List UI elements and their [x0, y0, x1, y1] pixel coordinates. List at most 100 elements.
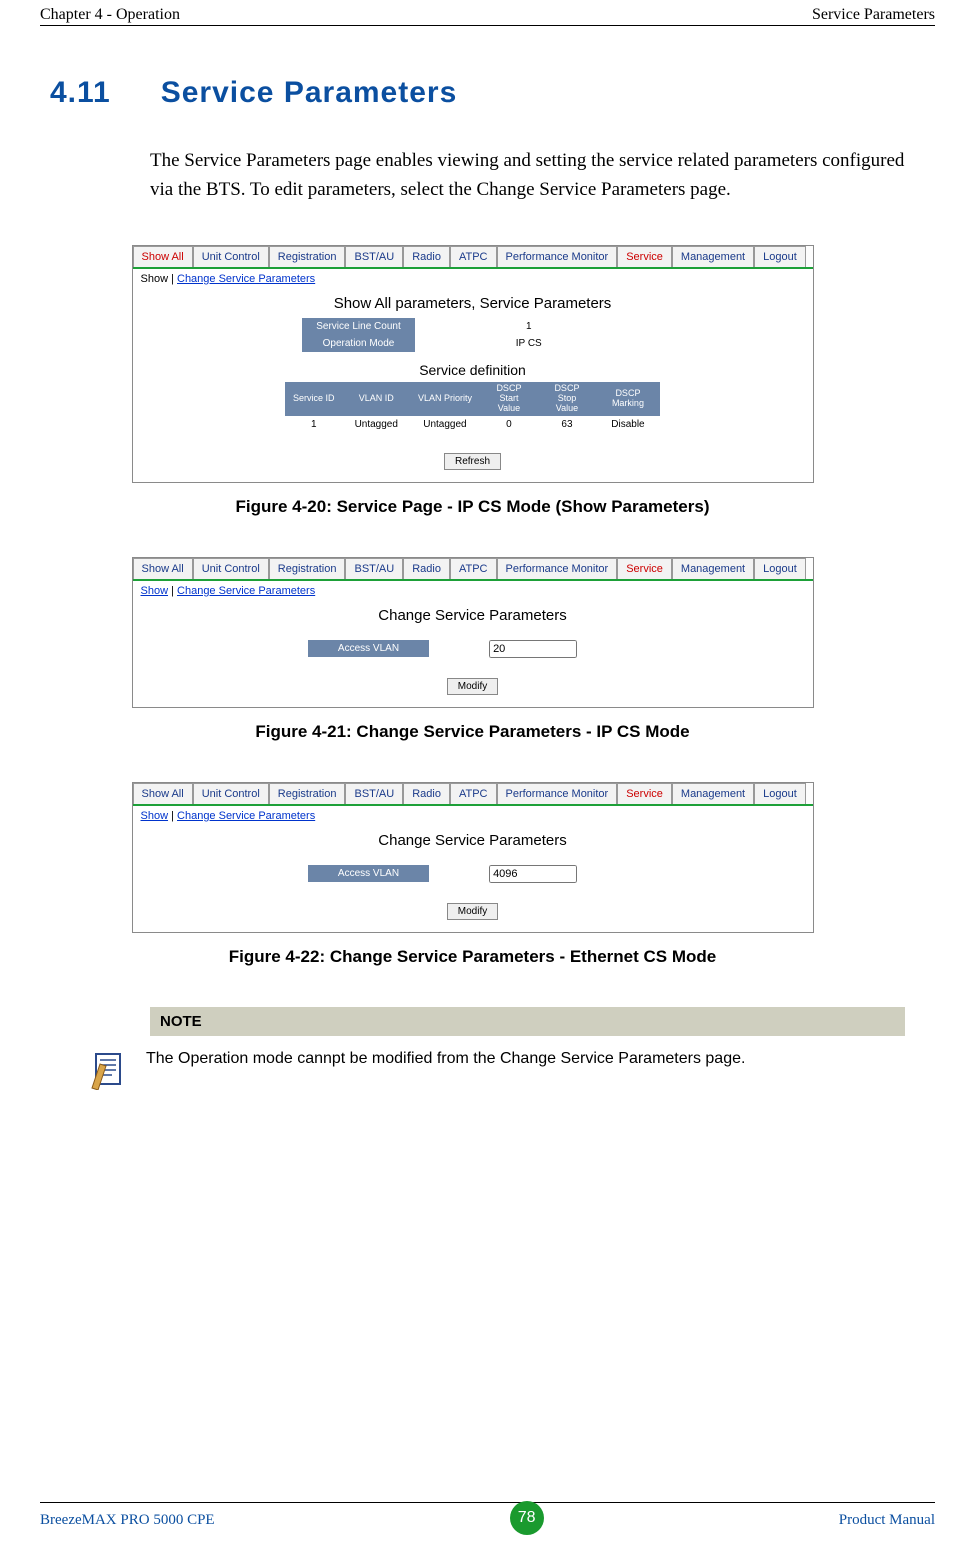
page-footer: BreezeMAX PRO 5000 CPE 78 Product Manual: [40, 1502, 935, 1535]
cell: Untagged: [410, 416, 480, 433]
tab-management[interactable]: Management: [672, 246, 754, 267]
refresh-button[interactable]: Refresh: [444, 453, 501, 470]
definition-table: Service ID VLAN ID VLAN Priority DSCP St…: [285, 382, 660, 433]
figure-caption: Figure 4-21: Change Service Parameters -…: [40, 722, 905, 742]
cell: Disable: [596, 416, 660, 433]
figure-caption: Figure 4-22: Change Service Parameters -…: [40, 947, 905, 967]
section-title: Service Parameters: [161, 76, 458, 110]
panel-title: Change Service Parameters: [133, 601, 813, 630]
col-header: VLAN ID: [343, 382, 410, 416]
cell: 0: [480, 416, 538, 433]
figure-20: Show All Unit Control Registration BST/A…: [40, 245, 905, 517]
tab-atpc[interactable]: ATPC: [450, 783, 497, 804]
table-row: Service Line Count 1: [302, 318, 643, 335]
tab-logout[interactable]: Logout: [754, 783, 806, 804]
tab-perf-monitor[interactable]: Performance Monitor: [497, 783, 618, 804]
tab-registration[interactable]: Registration: [269, 783, 346, 804]
tab-show-all[interactable]: Show All: [133, 783, 193, 804]
param-value: 1: [415, 318, 643, 335]
table-row: Operation Mode IP CS: [302, 335, 643, 352]
tab-bst-au[interactable]: BST/AU: [345, 558, 403, 579]
footer-right: Product Manual: [839, 1512, 935, 1529]
tab-atpc[interactable]: ATPC: [450, 246, 497, 267]
tab-radio[interactable]: Radio: [403, 783, 450, 804]
panel-subtitle: Service definition: [133, 358, 813, 382]
col-header: Service ID: [285, 382, 343, 416]
sublink-row: Show | Change Service Parameters: [133, 269, 813, 289]
tab-atpc[interactable]: ATPC: [450, 558, 497, 579]
tab-service[interactable]: Service: [617, 246, 672, 267]
col-header: DSCP Start Value: [480, 382, 538, 416]
cell: 63: [538, 416, 596, 433]
table-row: 1 Untagged Untagged 0 63 Disable: [285, 416, 660, 433]
cell: 1: [285, 416, 343, 433]
figure-caption: Figure 4-20: Service Page - IP CS Mode (…: [40, 497, 905, 517]
col-header: VLAN Priority: [410, 382, 480, 416]
sublink-show: Show |: [141, 273, 178, 285]
access-vlan-row: Access VLAN: [133, 865, 813, 883]
tab-row: Show All Unit Control Registration BST/A…: [133, 558, 813, 581]
cell: Untagged: [343, 416, 410, 433]
footer-left: BreezeMAX PRO 5000 CPE: [40, 1512, 215, 1529]
sublink-row: Show | Change Service Parameters: [133, 806, 813, 826]
tab-show-all[interactable]: Show All: [133, 558, 193, 579]
tab-unit-control[interactable]: Unit Control: [193, 246, 269, 267]
sublink-sep: |: [168, 585, 177, 597]
sublink-change[interactable]: Change Service Parameters: [177, 273, 315, 285]
tab-service[interactable]: Service: [617, 558, 672, 579]
table-header-row: Service ID VLAN ID VLAN Priority DSCP St…: [285, 382, 660, 416]
section-number: 4.11: [50, 76, 111, 110]
sublink-change[interactable]: Change Service Parameters: [177, 585, 315, 597]
section-heading: 4.11 Service Parameters: [40, 76, 905, 110]
modify-button[interactable]: Modify: [447, 678, 498, 695]
tab-show-all[interactable]: Show All: [133, 246, 193, 267]
param-value: IP CS: [415, 335, 643, 352]
tab-radio[interactable]: Radio: [403, 246, 450, 267]
col-header: DSCP Stop Value: [538, 382, 596, 416]
modify-button[interactable]: Modify: [447, 903, 498, 920]
page-number: 78: [510, 1501, 544, 1535]
tab-unit-control[interactable]: Unit Control: [193, 558, 269, 579]
figure-21: Show All Unit Control Registration BST/A…: [40, 557, 905, 742]
tab-management[interactable]: Management: [672, 558, 754, 579]
col-header: DSCP Marking: [596, 382, 660, 416]
tab-registration[interactable]: Registration: [269, 246, 346, 267]
tab-unit-control[interactable]: Unit Control: [193, 783, 269, 804]
tab-radio[interactable]: Radio: [403, 558, 450, 579]
tab-perf-monitor[interactable]: Performance Monitor: [497, 246, 618, 267]
sublink-show[interactable]: Show: [141, 585, 169, 597]
panel-title: Change Service Parameters: [133, 826, 813, 855]
tab-row: Show All Unit Control Registration BST/A…: [133, 783, 813, 806]
header-left: Chapter 4 - Operation: [40, 6, 180, 24]
panel-title: Show All parameters, Service Parameters: [133, 289, 813, 318]
tab-logout[interactable]: Logout: [754, 558, 806, 579]
tab-registration[interactable]: Registration: [269, 558, 346, 579]
header-right: Service Parameters: [812, 6, 935, 24]
figure-22: Show All Unit Control Registration BST/A…: [40, 782, 905, 967]
sublink-show[interactable]: Show: [141, 810, 169, 822]
tab-service[interactable]: Service: [617, 783, 672, 804]
tab-perf-monitor[interactable]: Performance Monitor: [497, 558, 618, 579]
tab-row: Show All Unit Control Registration BST/A…: [133, 246, 813, 269]
param-label: Operation Mode: [302, 335, 415, 352]
note-text: The Operation mode cannpt be modified fr…: [146, 1050, 745, 1068]
param-table: Service Line Count 1 Operation Mode IP C…: [302, 318, 643, 352]
sublink-row: Show | Change Service Parameters: [133, 581, 813, 601]
note-icon: [90, 1050, 126, 1090]
access-vlan-label: Access VLAN: [308, 640, 429, 657]
access-vlan-label: Access VLAN: [308, 865, 429, 882]
access-vlan-input[interactable]: [489, 640, 577, 658]
note-block: NOTE The Operation mode cannpt be modifi…: [150, 1007, 905, 1090]
sublink-sep: |: [168, 810, 177, 822]
tab-logout[interactable]: Logout: [754, 246, 806, 267]
page-header: Chapter 4 - Operation Service Parameters: [40, 0, 935, 26]
tab-bst-au[interactable]: BST/AU: [345, 246, 403, 267]
sublink-change[interactable]: Change Service Parameters: [177, 810, 315, 822]
param-label: Service Line Count: [302, 318, 415, 335]
tab-management[interactable]: Management: [672, 783, 754, 804]
intro-paragraph: The Service Parameters page enables view…: [150, 146, 905, 205]
access-vlan-input[interactable]: [489, 865, 577, 883]
tab-bst-au[interactable]: BST/AU: [345, 783, 403, 804]
access-vlan-row: Access VLAN: [133, 640, 813, 658]
note-heading: NOTE: [150, 1007, 905, 1036]
